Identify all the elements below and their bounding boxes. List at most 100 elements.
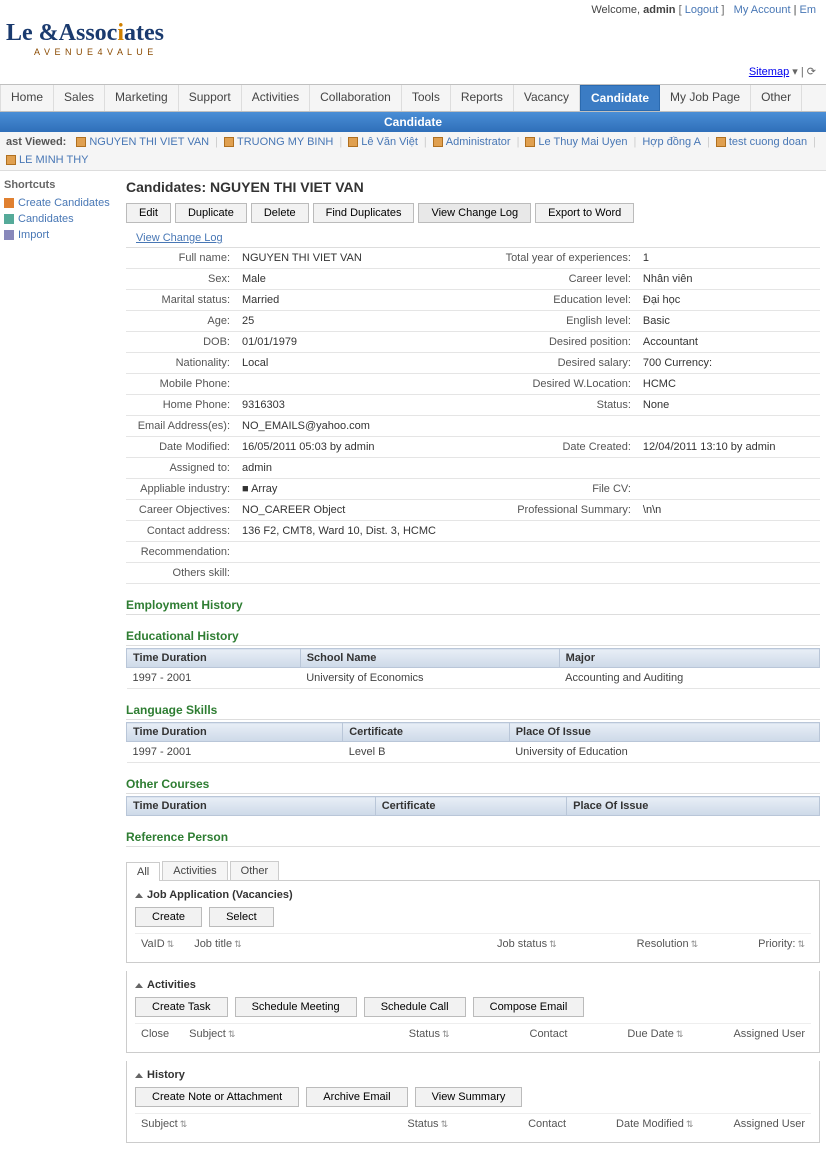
sub-tab-activities[interactable]: Activities	[162, 861, 227, 880]
col-job-title[interactable]: Job title	[194, 938, 241, 950]
panel-title-history[interactable]: History	[135, 1069, 811, 1081]
create-button[interactable]: Create	[135, 907, 202, 927]
people-icon	[4, 214, 14, 224]
tab-my-job-page[interactable]: My Job Page	[660, 85, 751, 111]
field-label: Email Address(es):	[126, 416, 236, 437]
tab-tools[interactable]: Tools	[402, 85, 451, 111]
tab-reports[interactable]: Reports	[451, 85, 514, 111]
shortcut-create-candidates[interactable]: Create Candidates	[4, 195, 116, 211]
select-button[interactable]: Select	[209, 907, 274, 927]
section-educational-history: Educational History	[126, 629, 820, 646]
col-priority[interactable]: Priority:	[758, 938, 805, 950]
col-due-date[interactable]: Due Date	[627, 1028, 683, 1040]
tab-support[interactable]: Support	[179, 85, 242, 111]
col-subject[interactable]: Subject	[189, 1028, 235, 1040]
panel-title-job-application[interactable]: Job Application (Vacancies)	[135, 889, 811, 901]
tab-home[interactable]: Home	[0, 85, 54, 111]
detail-row: Marital status:MarriedEducation level:Đạ…	[126, 290, 820, 311]
field-label: Total year of experiences:	[497, 248, 637, 269]
logo-subtitle: A V E N U E 4 V A L U E	[34, 47, 820, 57]
em-link[interactable]: Em	[800, 4, 817, 16]
tab-candidate[interactable]: Candidate	[580, 85, 660, 111]
field-label: Desired salary:	[497, 353, 637, 374]
create-note-button[interactable]: Create Note or Attachment	[135, 1087, 299, 1107]
tab-collaboration[interactable]: Collaboration	[310, 85, 402, 111]
col-assigned-user[interactable]: Assigned User	[733, 1118, 805, 1130]
field-label: Others skill:	[126, 563, 236, 584]
col-job-status[interactable]: Job status	[497, 938, 557, 950]
tab-other[interactable]: Other	[751, 85, 802, 111]
col-vaid[interactable]: VaID	[141, 938, 174, 950]
col-subject[interactable]: Subject	[141, 1118, 187, 1130]
tab-activities[interactable]: Activities	[242, 85, 310, 111]
export-to-word-button[interactable]: Export to Word	[535, 203, 634, 223]
view-summary-button[interactable]: View Summary	[415, 1087, 523, 1107]
lv-item-3[interactable]: Administrator	[433, 136, 511, 148]
field-label: Date Modified:	[126, 437, 236, 458]
field-value: 25	[236, 311, 497, 332]
section-language-skills: Language Skills	[126, 703, 820, 720]
col-close[interactable]: Close	[141, 1028, 169, 1040]
field-label: Contact address:	[126, 521, 236, 542]
my-account-link[interactable]: My Account	[734, 4, 791, 16]
welcome-user: admin	[643, 4, 675, 16]
col-resolution[interactable]: Resolution	[637, 938, 699, 950]
col-contact[interactable]: Contact	[530, 1028, 568, 1040]
lv-item-7[interactable]: LE MINH THY	[6, 154, 88, 166]
create-task-button[interactable]: Create Task	[135, 997, 228, 1017]
view-change-log-button[interactable]: View Change Log	[418, 203, 531, 223]
language-grid: Time DurationCertificatePlace Of Issue 1…	[126, 722, 820, 763]
view-change-log-link[interactable]: View Change Log	[126, 229, 820, 248]
shortcut-import[interactable]: Import	[4, 227, 116, 243]
person-icon	[6, 155, 16, 165]
tab-sales[interactable]: Sales	[54, 85, 105, 111]
find-duplicates-button[interactable]: Find Duplicates	[313, 203, 415, 223]
schedule-call-button[interactable]: Schedule Call	[364, 997, 466, 1017]
archive-email-button[interactable]: Archive Email	[306, 1087, 407, 1107]
sitemap-link[interactable]: Sitemap	[749, 66, 789, 78]
lv-item-2[interactable]: Lê Văn Việt	[348, 136, 418, 148]
panel-title-activities[interactable]: Activities	[135, 979, 811, 991]
field-value: Male	[236, 269, 497, 290]
col-place-of-issue: Place Of Issue	[567, 797, 820, 816]
col-certificate: Certificate	[375, 797, 566, 816]
field-value	[637, 458, 820, 479]
field-label	[497, 416, 637, 437]
sub-nav[interactable]: Candidate	[0, 112, 826, 132]
lv-item-6[interactable]: test cuong doan	[716, 136, 807, 148]
detail-row: Full name:NGUYEN THI VIET VANTotal year …	[126, 248, 820, 269]
field-value: 1	[637, 248, 820, 269]
col-time-duration: Time Duration	[127, 649, 301, 668]
field-value	[637, 563, 820, 584]
section-reference-person: Reference Person	[126, 830, 820, 847]
delete-button[interactable]: Delete	[251, 203, 309, 223]
tab-vacancy[interactable]: Vacancy	[514, 85, 580, 111]
lv-item-5[interactable]: Hợp đồng A	[642, 136, 701, 148]
detail-row: Contact address:136 F2, CMT8, Ward 10, D…	[126, 521, 820, 542]
col-status[interactable]: Status	[407, 1118, 448, 1130]
field-label: English level:	[497, 311, 637, 332]
edit-button[interactable]: Edit	[126, 203, 171, 223]
shortcut-candidates[interactable]: Candidates	[4, 211, 116, 227]
lv-item-4[interactable]: Le Thuy Mai Uyen	[525, 136, 627, 148]
col-status[interactable]: Status	[409, 1028, 450, 1040]
lv-item-0[interactable]: NGUYEN THI VIET VAN	[76, 136, 209, 148]
field-value: Đại học	[637, 290, 820, 311]
col-date-modified[interactable]: Date Modified	[616, 1118, 693, 1130]
tab-marketing[interactable]: Marketing	[105, 85, 179, 111]
field-value: 136 F2, CMT8, Ward 10, Dist. 3, HCMC	[236, 521, 497, 542]
detail-row: Career Objectives:NO_CAREER ObjectProfes…	[126, 500, 820, 521]
compose-email-button[interactable]: Compose Email	[473, 997, 585, 1017]
col-assigned-user[interactable]: Assigned User	[733, 1028, 805, 1040]
lv-item-1[interactable]: TRUONG MY BINH	[224, 136, 333, 148]
refresh-icon[interactable]: ⟳	[807, 66, 816, 78]
schedule-meeting-button[interactable]: Schedule Meeting	[235, 997, 357, 1017]
sub-tab-other[interactable]: Other	[230, 861, 280, 880]
col-contact[interactable]: Contact	[528, 1118, 566, 1130]
logout-link[interactable]: Logout	[685, 4, 719, 16]
detail-row: Nationality:LocalDesired salary:700 Curr…	[126, 353, 820, 374]
duplicate-button[interactable]: Duplicate	[175, 203, 247, 223]
col-major: Major	[559, 649, 819, 668]
sub-tab-all[interactable]: All	[126, 862, 160, 881]
field-value: ■ Array	[236, 479, 497, 500]
